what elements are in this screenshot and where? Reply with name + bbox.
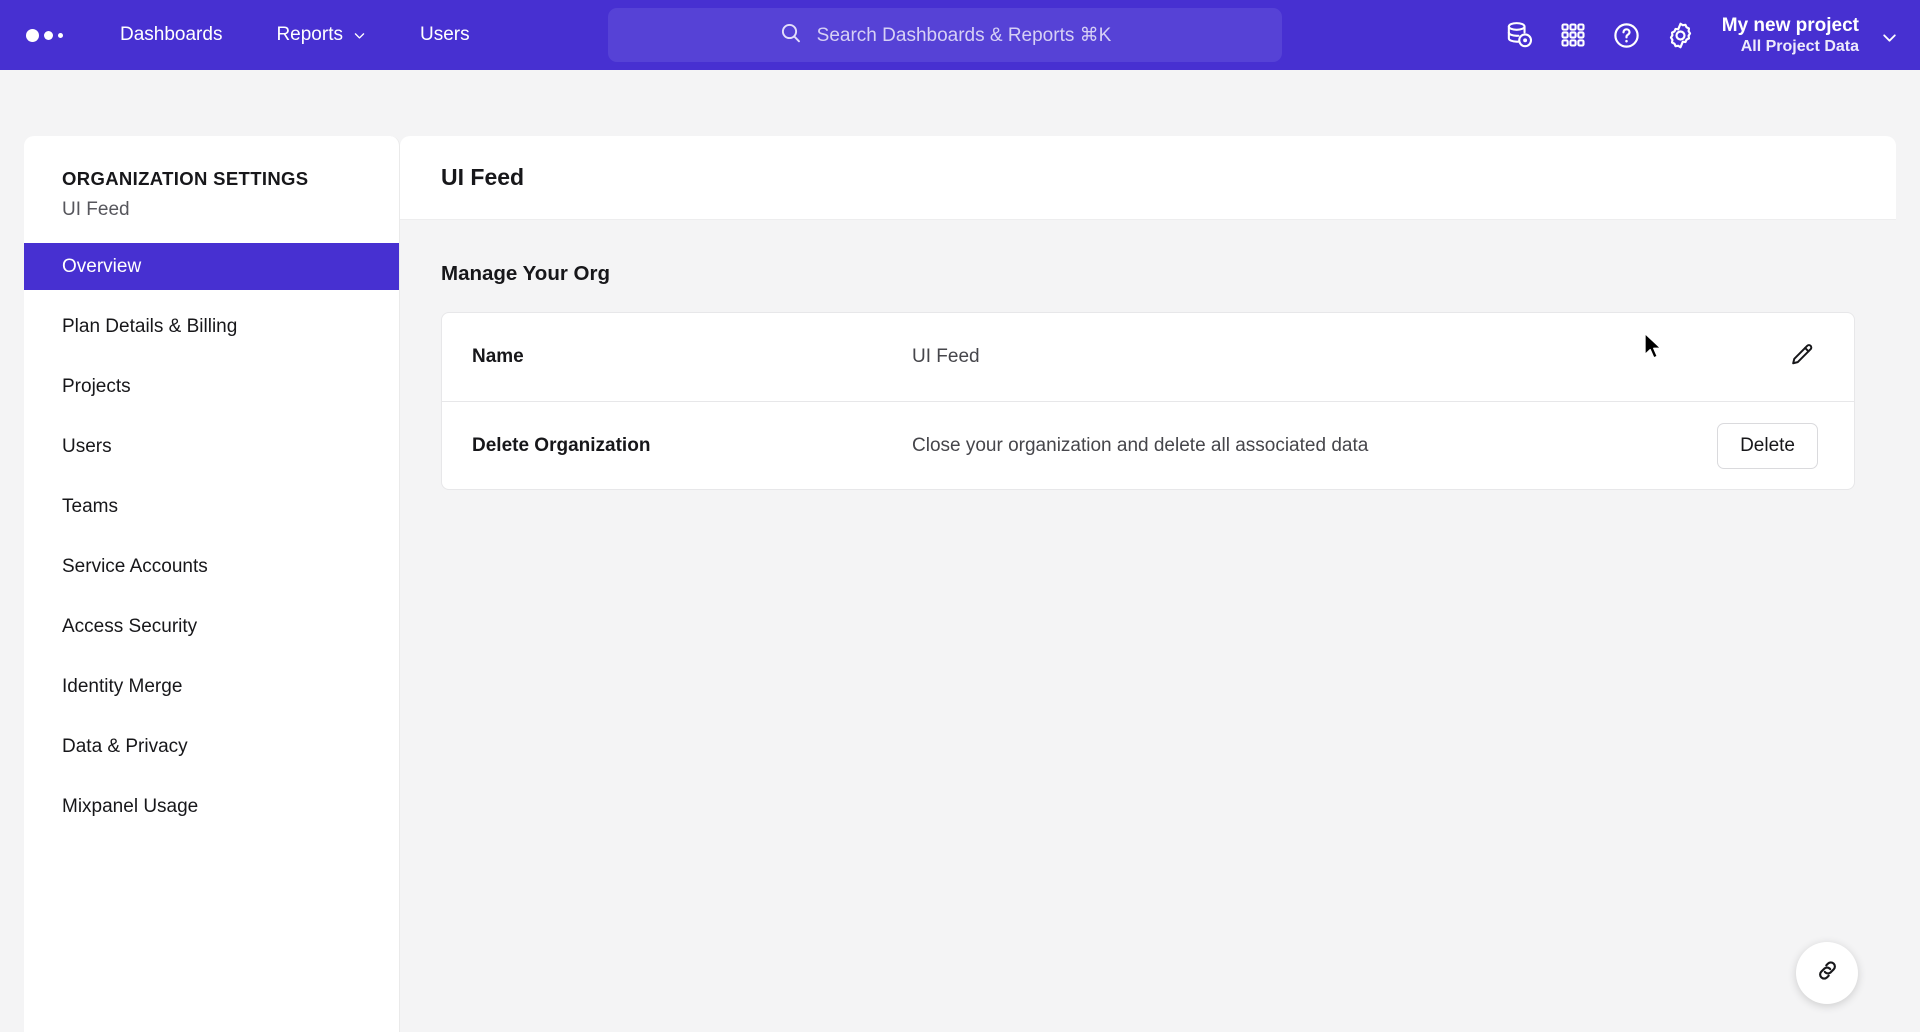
sidebar-item-identity-merge[interactable]: Identity Merge xyxy=(24,663,399,710)
sidebar-item-label: Access Security xyxy=(62,615,198,637)
main-content-panel: UI Feed Manage Your Org Name UI Feed Del… xyxy=(400,136,1896,1032)
sidebar-item-label: Mixpanel Usage xyxy=(62,795,199,817)
delete-organization-button[interactable]: Delete xyxy=(1717,422,1818,469)
project-subtitle: All Project Data xyxy=(1740,37,1859,55)
row-label-delete-organization: Delete Organization xyxy=(472,434,651,456)
logo-dot-large xyxy=(26,28,39,42)
page-body: Manage Your Org Name UI Feed Delete Orga… xyxy=(400,220,1896,490)
pencil-edit-icon xyxy=(1788,342,1815,372)
sidebar-item-label: Plan Details & Billing xyxy=(62,315,238,337)
share-link-button[interactable] xyxy=(1796,942,1858,1004)
header-icon-group: My new project All Project Data xyxy=(1492,0,1896,70)
sidebar-item-label: Users xyxy=(62,435,112,457)
chevron-down-icon xyxy=(353,29,366,42)
nav-item-reports[interactable]: Reports xyxy=(262,0,380,70)
sidebar-header: ORGANIZATION SETTINGS UI Feed xyxy=(24,136,399,243)
logo-dot-small xyxy=(58,32,63,38)
sidebar-item-access-security[interactable]: Access Security xyxy=(24,603,399,650)
search-placeholder: Search Dashboards & Reports ⌘K xyxy=(816,24,1112,46)
mixpanel-logo[interactable] xyxy=(22,15,80,55)
sidebar-subtitle: UI Feed xyxy=(62,199,130,220)
sidebar-item-label: Identity Merge xyxy=(62,675,183,697)
nav-item-dashboards[interactable]: Dashboards xyxy=(106,0,236,70)
nav-item-dashboards-label: Dashboards xyxy=(120,24,223,45)
sidebar-item-projects[interactable]: Projects xyxy=(24,363,399,410)
row-value-delete-organization: Close your organization and delete all a… xyxy=(912,434,1369,456)
page-header: UI Feed xyxy=(400,136,1896,220)
table-row: Name UI Feed xyxy=(442,313,1854,401)
project-name: My new project xyxy=(1721,14,1859,36)
link-chain-icon xyxy=(1814,957,1841,989)
sidebar-item-mixpanel-usage[interactable]: Mixpanel Usage xyxy=(24,783,399,830)
settings-gear-icon[interactable] xyxy=(1654,8,1708,62)
section-title: Manage Your Org xyxy=(441,262,610,285)
sidebar-item-data-privacy[interactable]: Data & Privacy xyxy=(24,723,399,770)
sidebar-item-users[interactable]: Users xyxy=(24,423,399,470)
manage-org-card: Name UI Feed Delete Organization Close y… xyxy=(441,312,1855,490)
page-stage: ORGANIZATION SETTINGS UI Feed Overview P… xyxy=(0,70,1920,1032)
top-navigation-bar: Dashboards Reports Users Search Dashboar… xyxy=(0,0,1920,70)
sidebar-item-label: Data & Privacy xyxy=(62,735,188,757)
logo-dot-medium xyxy=(44,30,53,40)
row-value-name: UI Feed xyxy=(912,346,980,367)
nav-item-reports-label: Reports xyxy=(276,24,343,45)
data-management-icon[interactable] xyxy=(1492,8,1546,62)
edit-name-button[interactable] xyxy=(1784,340,1818,374)
search-input[interactable]: Search Dashboards & Reports ⌘K xyxy=(608,8,1282,62)
page-title: UI Feed xyxy=(441,164,525,190)
row-label-name: Name xyxy=(472,346,524,367)
help-circle-icon[interactable] xyxy=(1600,8,1654,62)
sidebar-item-overview[interactable]: Overview xyxy=(24,243,399,290)
sidebar-item-plan-details-billing[interactable]: Plan Details & Billing xyxy=(24,303,399,350)
project-selector[interactable]: My new project All Project Data xyxy=(1721,10,1896,61)
sidebar-item-label: Overview xyxy=(62,255,142,277)
sidebar-item-teams[interactable]: Teams xyxy=(24,483,399,530)
sidebar-item-service-accounts[interactable]: Service Accounts xyxy=(24,543,399,590)
apps-grid-icon[interactable] xyxy=(1546,8,1600,62)
table-row: Delete Organization Close your organizat… xyxy=(442,401,1854,489)
nav-item-users-label: Users xyxy=(419,24,470,45)
organization-settings-sidebar: ORGANIZATION SETTINGS UI Feed Overview P… xyxy=(24,136,400,1032)
sidebar-item-label: Service Accounts xyxy=(62,555,208,577)
chevron-down-icon xyxy=(1881,29,1896,42)
sidebar-item-label: Teams xyxy=(62,495,118,517)
sidebar-item-label: Projects xyxy=(62,375,131,397)
nav-item-users[interactable]: Users xyxy=(406,0,484,70)
sidebar-title: ORGANIZATION SETTINGS xyxy=(62,168,309,189)
search-icon xyxy=(779,21,803,50)
